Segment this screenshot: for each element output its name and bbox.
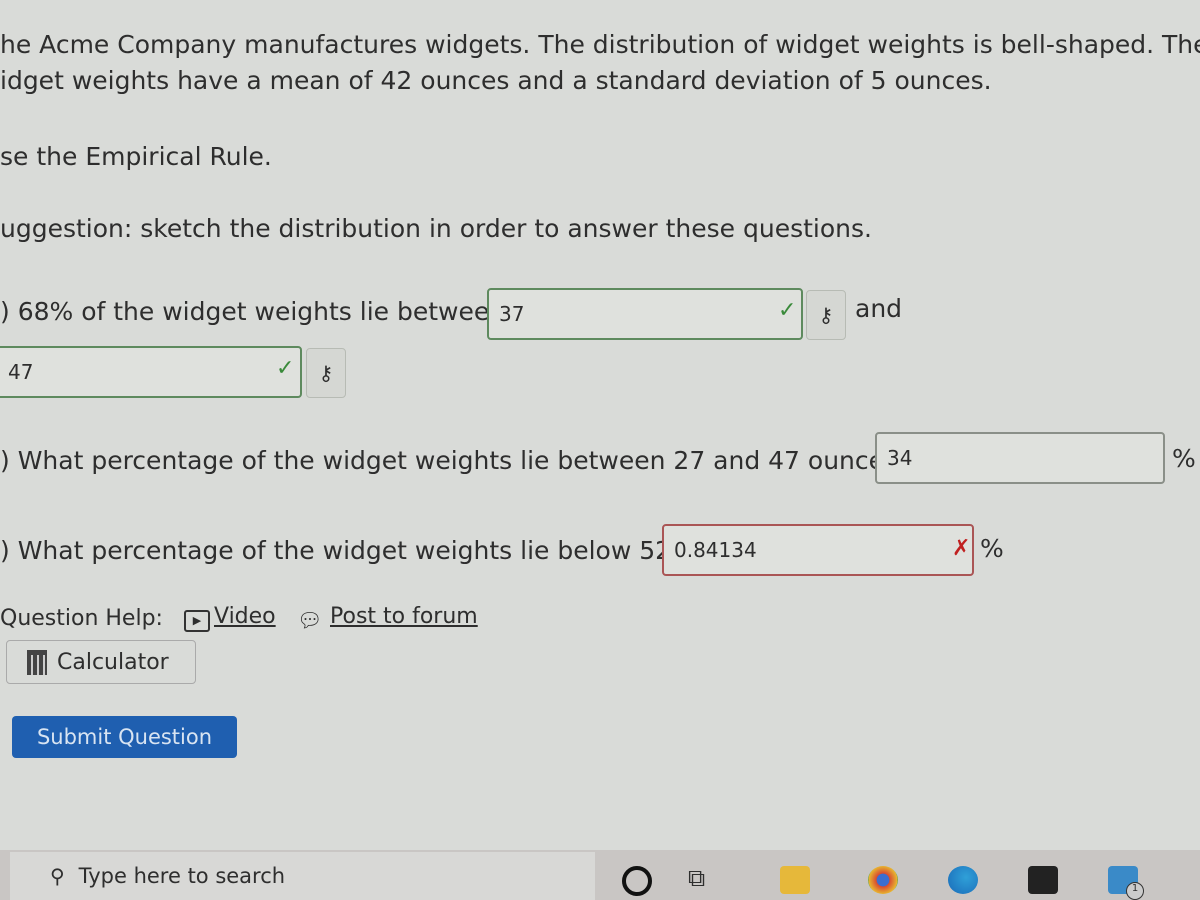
intro-line-2: idget weights have a mean of 42 ounces a… [0, 66, 992, 95]
part-c-answer-value: 0.84134 [674, 538, 757, 562]
key-icon[interactable]: ⚷ [806, 290, 846, 340]
calculator-icon [27, 649, 47, 675]
taskbar-search[interactable]: ⚲ Type here to search [10, 852, 595, 900]
part-c-unit: % [980, 534, 1004, 563]
submit-question-button[interactable]: Submit Question [12, 716, 237, 758]
part-a-label: ) 68% of the widget weights lie between [0, 297, 506, 326]
checkmark-icon: ✓ [778, 298, 797, 323]
part-a-answer1-input[interactable]: 37 [487, 288, 803, 340]
calculator-label: Calculator [57, 649, 169, 675]
video-icon: ▶ [184, 610, 210, 632]
part-b-unit: % [1172, 444, 1196, 473]
part-c-label: ) What percentage of the widget weights … [0, 536, 693, 565]
mail-icon[interactable]: 1 [1108, 866, 1144, 900]
mail-badge: 1 [1126, 882, 1144, 900]
part-a-answer2-input[interactable]: 47 [0, 346, 302, 398]
part-b-label: ) What percentage of the widget weights … [0, 446, 911, 475]
part-a-connector: and [855, 294, 903, 323]
part-b-answer-value: 34 [887, 446, 913, 470]
file-explorer-icon[interactable] [780, 866, 810, 894]
checkmark-icon: ✓ [276, 356, 295, 381]
cortana-icon[interactable] [622, 866, 652, 896]
part-a-answer1-value: 37 [499, 302, 525, 326]
suggestion: uggestion: sketch the distribution in or… [0, 214, 872, 243]
post-to-forum-link[interactable]: Post to forum [330, 604, 478, 629]
intro-line-1: he Acme Company manufactures widgets. Th… [0, 30, 1200, 59]
part-a-answer2-value: 47 [8, 360, 34, 384]
key-icon[interactable]: ⚷ [306, 348, 346, 398]
task-view-icon[interactable]: ⧉ [688, 864, 705, 892]
edge-icon[interactable] [948, 866, 978, 894]
chrome-icon[interactable] [868, 866, 898, 894]
speech-bubble-icon: 💬︎ [297, 608, 323, 632]
part-c-answer-input[interactable]: 0.84134 [662, 524, 974, 576]
part-b-answer-input[interactable]: 34 [875, 432, 1165, 484]
cross-icon: ✗ [952, 536, 971, 561]
search-icon: ⚲ [50, 864, 65, 888]
search-placeholder: Type here to search [78, 864, 286, 888]
question-help-label: Question Help: [0, 606, 163, 631]
store-icon[interactable] [1028, 866, 1058, 894]
instruction: se the Empirical Rule. [0, 142, 272, 171]
video-link[interactable]: Video [214, 604, 276, 629]
calculator-button[interactable]: Calculator [6, 640, 196, 684]
